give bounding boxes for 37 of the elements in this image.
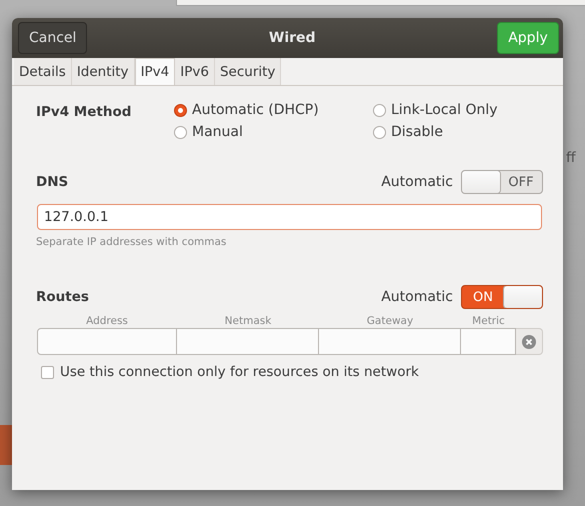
section-label: IPv4 Method [36, 103, 132, 122]
tab[interactable]: Identity [72, 58, 135, 85]
column-header: Address [85, 315, 129, 327]
toggle-switch[interactable]: ON [461, 285, 543, 309]
automatic-label: Automatic [381, 289, 453, 305]
window-title: Wired [268, 30, 316, 46]
column-header: Netmask [224, 315, 272, 327]
radio-label[interactable]: Automatic (DHCP) [192, 102, 319, 118]
route-field[interactable] [461, 328, 516, 355]
radio-button[interactable] [174, 104, 187, 116]
tab[interactable]: Security [214, 58, 282, 85]
route-field[interactable] [319, 328, 461, 355]
section-label: DNS [36, 174, 68, 190]
radio-button[interactable] [373, 104, 386, 116]
route-field[interactable] [37, 328, 177, 355]
column-header: Gateway [366, 315, 414, 327]
checkbox-label[interactable]: Use this connection only for resources on its network [60, 364, 419, 380]
tab[interactable]: IPv6 [175, 58, 215, 85]
section-label: Routes [36, 289, 89, 305]
radio-button[interactable] [373, 126, 386, 138]
hint-text: Separate IP addresses with commas [36, 236, 226, 248]
background-label: ff [566, 150, 576, 166]
radio-label[interactable]: Disable [391, 124, 443, 140]
tab[interactable]: IPv4 [134, 58, 176, 85]
cancel-button[interactable]: Cancel [18, 22, 88, 54]
clear-icon [522, 334, 536, 348]
radio-label[interactable]: Link-Local Only [391, 102, 498, 118]
clear-button[interactable] [516, 328, 543, 355]
column-header: Metric [471, 315, 506, 327]
toggle-switch[interactable]: OFF [461, 170, 543, 194]
dns-field[interactable]: 127.0.0.1 [37, 204, 542, 230]
radio-label[interactable]: Manual [192, 124, 243, 140]
tab[interactable]: Details [14, 58, 72, 85]
radio-button[interactable] [174, 126, 187, 138]
route-field[interactable] [177, 328, 319, 355]
checkbox[interactable] [41, 366, 54, 378]
automatic-label: Automatic [381, 174, 453, 190]
